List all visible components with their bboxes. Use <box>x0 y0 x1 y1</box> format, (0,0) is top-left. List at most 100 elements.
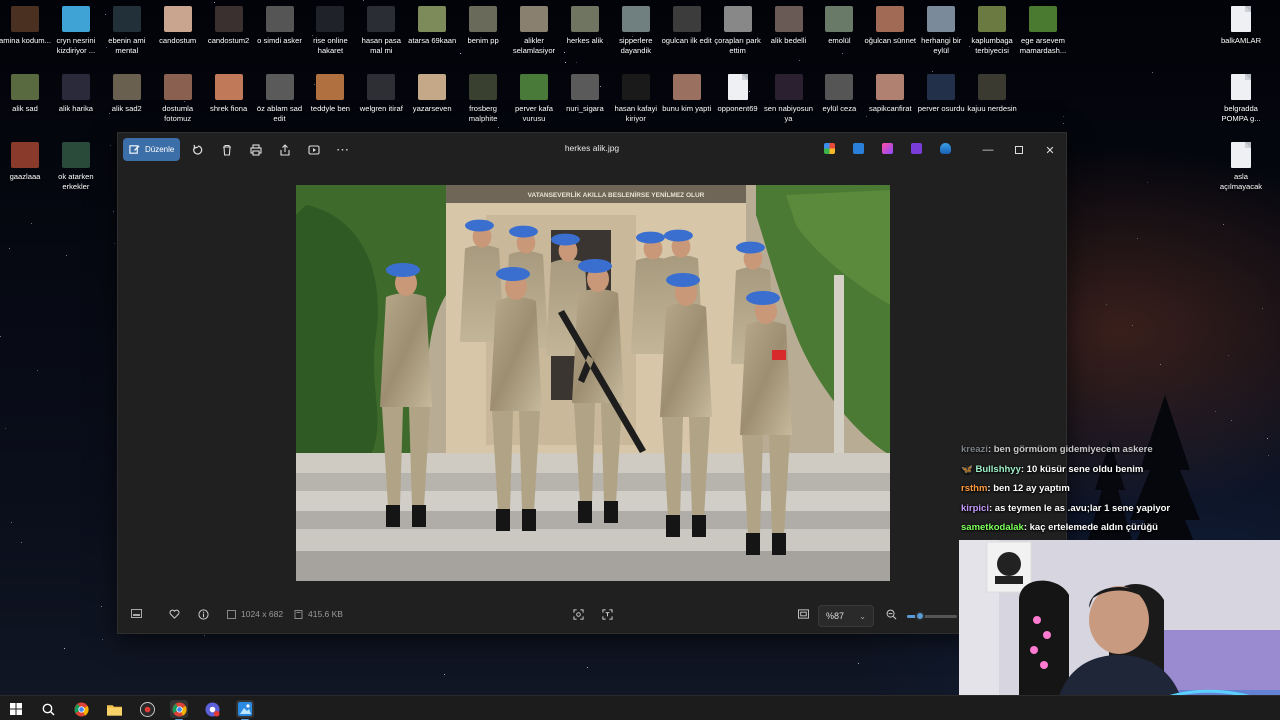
desktop-icon[interactable]: hasan pasa mal mi <box>355 6 407 55</box>
chat-message: kirpici: as teymen le as .avu;lar 1 sene… <box>956 499 1280 519</box>
photo-canvas[interactable]: VATANSEVERLİK AKILLA BESLENİRSE YENİLMEZ… <box>296 185 890 581</box>
desktop-icon-label: opponent69 <box>717 104 758 113</box>
desktop-icon-label: benim pp <box>467 36 499 45</box>
desktop-icon[interactable]: nuri_sigara <box>559 74 611 114</box>
thumbnail-icon <box>11 6 39 32</box>
search-button[interactable] <box>39 700 57 718</box>
desktop-icon[interactable]: alikler selamlasiyor <box>508 6 560 55</box>
desktop-icon[interactable]: ok atarken erkekler <box>50 142 102 191</box>
desktop-icon[interactable]: öz ablam sad edit <box>254 74 306 123</box>
desktop-icon[interactable]: amina kodum... <box>0 6 51 46</box>
image-creator-icon[interactable] <box>853 143 864 154</box>
document-icon <box>1231 142 1251 168</box>
fit-to-window-button[interactable] <box>798 609 809 619</box>
desktop-icon[interactable]: frosberg malphite <box>457 74 509 123</box>
desktop-icon[interactable]: ebenin ami mental <box>101 6 153 55</box>
taskbar-photos[interactable] <box>236 700 254 720</box>
visual-search-button[interactable] <box>573 609 584 620</box>
file-info-button[interactable] <box>198 609 209 620</box>
clipchamp-icon[interactable] <box>882 143 893 154</box>
desktop-icon[interactable]: alik sad2 <box>101 74 153 114</box>
desktop-icon[interactable]: alik harika <box>50 74 102 114</box>
desktop-icon[interactable]: balkAMLAR <box>1215 6 1267 46</box>
desktop-icon[interactable]: rise online hakaret <box>304 6 356 55</box>
zoom-out-button[interactable] <box>886 609 897 620</box>
thumbnail-icon <box>61 142 90 168</box>
desktop-icon[interactable]: cryn nesrini kizdiriyor ... <box>50 6 102 55</box>
zoom-level-text: %87 <box>826 611 845 621</box>
taskbar-chrome[interactable] <box>72 700 90 718</box>
taskbar-streaming-app[interactable] <box>203 700 221 718</box>
desktop-icon[interactable]: ege arsevem mamardash... <box>1017 6 1069 55</box>
favorite-button[interactable] <box>169 609 180 619</box>
filmstrip-toggle[interactable] <box>131 609 142 618</box>
close-button[interactable]: ✕ <box>1035 139 1065 161</box>
desktop-icon[interactable]: eylül ceza <box>813 74 865 114</box>
taskbar-file-explorer[interactable] <box>105 700 123 718</box>
desktop-icon[interactable]: belgradda POMPA g... <box>1215 74 1267 123</box>
desktop-icon[interactable]: gaazlaaa <box>0 142 51 182</box>
desktop-icon-label: asla açılmayacak <box>1219 172 1263 191</box>
desktop-icon[interactable]: herhangi bir eylül <box>915 6 967 55</box>
desktop-icon-label: öz ablam sad edit <box>256 104 303 123</box>
maximize-icon <box>1015 146 1023 154</box>
desktop-icon-label: frosberg malphite <box>468 104 498 123</box>
desktop-icon[interactable]: emolül <box>813 6 865 46</box>
desktop-icon-label: nuri_sigara <box>566 104 604 113</box>
minimize-button[interactable]: — <box>973 139 1003 161</box>
maximize-button[interactable] <box>1004 139 1034 161</box>
ocr-button[interactable] <box>602 609 613 620</box>
zoom-level-dropdown[interactable]: %87 ⌄ <box>818 605 874 627</box>
document-icon <box>1231 74 1251 100</box>
zoom-slider-thumb[interactable] <box>914 611 925 621</box>
desktop-icon[interactable]: bunu kim yapti <box>661 74 713 114</box>
desktop-icon[interactable]: perver kafa vurusu <box>508 74 560 123</box>
desktop-icon[interactable]: yazarseven <box>406 74 458 114</box>
desktop-icon[interactable]: kajuu nerdesin <box>966 74 1018 114</box>
thumbnail-icon <box>978 74 1007 100</box>
desktop-icon[interactable]: sipperlere dayandik <box>610 6 662 55</box>
file-size: 415.6 KB <box>294 609 343 619</box>
desktop-icon[interactable]: sen nabiyosun ya <box>763 74 815 123</box>
copilot-icon[interactable] <box>824 143 835 154</box>
desktop-icon[interactable]: oğulcan sünnet <box>864 6 916 46</box>
thumbnail-icon <box>774 74 803 100</box>
thumbnail-icon <box>520 74 548 100</box>
desktop-icon-label: gaazlaaa <box>9 172 41 181</box>
desktop-icon[interactable]: alik bedelli <box>763 6 815 46</box>
desktop-icon[interactable]: candostum2 <box>203 6 255 46</box>
chat-text: : ben 12 ay yaptım <box>987 483 1070 494</box>
desktop-icon-label: hasan kafayi kiriyor <box>614 104 658 123</box>
desktop-icon[interactable]: perver osurdu <box>915 74 967 114</box>
taskbar-recorder[interactable] <box>138 700 156 718</box>
photos-app-window[interactable]: Düzenle ⋯ herkes alik.jpg — ✕ VATANSEVER… <box>117 132 1067 634</box>
desktop-icon[interactable]: asla açılmayacak <box>1215 142 1267 191</box>
desktop-icon[interactable]: herkes alik <box>559 6 611 46</box>
desktop-icon[interactable]: sapikcanfirat <box>864 74 916 114</box>
desktop-icon[interactable]: candostum <box>152 6 204 46</box>
desktop-icon[interactable]: kaplumbaga terbiyecisi <box>966 6 1018 55</box>
desktop-icon[interactable]: shrek fiona <box>203 74 255 114</box>
desktop-icon[interactable]: teddyle ben <box>304 74 356 114</box>
desktop-icon[interactable]: dostumla fotomuz <box>152 74 204 123</box>
desktop-icon[interactable]: o simdi asker <box>254 6 306 46</box>
desktop-icon[interactable]: atarsa 69kaan <box>406 6 458 46</box>
chat-username: sametkodalak <box>961 522 1024 533</box>
desktop-icon[interactable]: alik sad <box>0 74 51 114</box>
desktop-icon-label: sen nabiyosun ya <box>764 104 813 123</box>
photos-icon <box>238 702 252 716</box>
designer-icon[interactable] <box>911 143 922 154</box>
desktop-icon[interactable]: ogulcan ilk edit <box>661 6 713 46</box>
desktop-icon[interactable]: welgren itiraf <box>355 74 407 114</box>
taskbar-chrome-active[interactable] <box>170 700 188 720</box>
zoom-slider[interactable] <box>907 611 957 621</box>
desktop-icon[interactable]: hasan kafayi kiriyor <box>610 74 662 123</box>
start-button[interactable] <box>7 700 25 718</box>
thumbnail-icon <box>774 6 803 32</box>
desktop-icon[interactable]: opponent69 <box>712 74 764 114</box>
desktop-icon-label: emolül <box>828 36 851 45</box>
minimize-icon: — <box>982 144 994 156</box>
desktop-icon[interactable]: benim pp <box>457 6 509 46</box>
desktop-icon[interactable]: çorapları park ettim <box>712 6 764 55</box>
onedrive-icon[interactable] <box>940 143 951 154</box>
